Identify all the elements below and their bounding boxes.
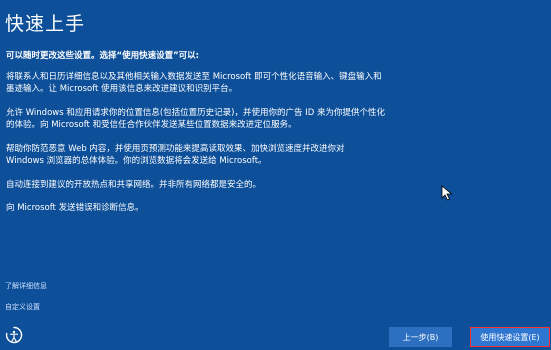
settings-subtitle: 可以随时更改这些设置。选择“使用快速设置”可以: (6, 51, 200, 61)
customize-settings-link[interactable]: 自定义设置 (5, 302, 40, 312)
back-button[interactable]: 上一步(B) (389, 327, 452, 347)
mouse-cursor-icon (441, 185, 453, 201)
setup-screen: 快速上手 可以随时更改这些设置。选择“使用快速设置”可以: 将联系人和日历详细信… (0, 0, 551, 350)
use-express-settings-button[interactable]: 使用快速设置(E) (470, 327, 550, 347)
page-title: 快速上手 (5, 13, 86, 35)
paragraph-speech-input: 将联系人和日历详细信息以及其他相关输入数据发送至 Microsoft 即可个性化… (6, 71, 382, 95)
paragraph-diagnostics: 向 Microsoft 发送错误和诊断信息。 (6, 203, 144, 213)
paragraph-web-protection: 帮助你防范恶意 Web 内容，并使用页预测功能来提高读取效果、加快浏览速度并改进… (6, 143, 345, 167)
learn-more-link[interactable]: 了解详细信息 (5, 281, 47, 291)
ease-of-access-icon[interactable] (4, 325, 24, 345)
paragraph-location: 允许 Windows 和应用请求你的位置信息(包括位置历史记录)，并使用你的广告… (6, 107, 385, 131)
